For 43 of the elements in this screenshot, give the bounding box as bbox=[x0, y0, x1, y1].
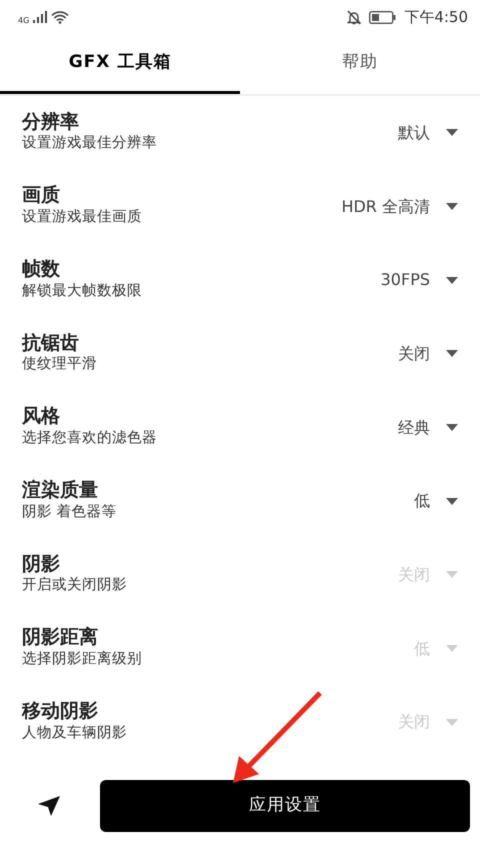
caret-icon bbox=[446, 350, 458, 358]
setting-title: 分辨率 bbox=[22, 110, 80, 134]
setting-title: 移动阴影 bbox=[22, 700, 99, 723]
setting-title: 风格 bbox=[22, 405, 61, 428]
setting-description: 使纹理平滑 bbox=[22, 355, 97, 374]
network-label: 4G bbox=[18, 15, 30, 27]
caret-icon bbox=[446, 498, 458, 505]
setting-description: 开启或关闭阴影 bbox=[22, 576, 127, 596]
tab[interactable]: GFX 工具箱 bbox=[0, 34, 240, 94]
dropdown[interactable]: 默认 bbox=[398, 120, 458, 145]
bell-muted-icon bbox=[347, 10, 362, 24]
setting-title: 抗锯齿 bbox=[22, 332, 80, 354]
caret-icon bbox=[446, 718, 458, 726]
dropdown[interactable]: HDR 全高清 bbox=[341, 194, 458, 219]
battery-icon bbox=[369, 10, 396, 24]
setting-title: 阴影距离 bbox=[22, 626, 99, 650]
send-icon[interactable] bbox=[38, 796, 60, 816]
setting-title: 阴影 bbox=[22, 552, 61, 576]
tab[interactable]: 帮助 bbox=[240, 34, 480, 94]
signal-icon bbox=[33, 11, 48, 23]
caret-icon bbox=[446, 645, 458, 652]
dropdown[interactable]: 经典 bbox=[398, 416, 458, 440]
caret-icon bbox=[446, 203, 458, 210]
setting-description: 选择您喜欢的滤色器 bbox=[22, 429, 157, 448]
caret-icon bbox=[446, 276, 458, 284]
apply-settings-button[interactable]: 应用设置 bbox=[100, 780, 470, 832]
setting-description: 选择阴影距离级别 bbox=[22, 650, 142, 670]
caret-icon bbox=[446, 571, 458, 578]
caret-icon bbox=[446, 424, 458, 432]
setting-description: 阴影 着色器等 bbox=[22, 502, 117, 522]
dropdown[interactable]: 低 bbox=[414, 489, 458, 514]
wifi-icon bbox=[51, 10, 70, 24]
setting-description: 设置游戏最佳分辨率 bbox=[22, 134, 157, 154]
setting-title: 画质 bbox=[22, 184, 61, 208]
setting-description: 解锁最大帧数极限 bbox=[22, 282, 142, 301]
setting-title: 渲染质量 bbox=[22, 479, 99, 502]
dropdown[interactable]: 30FPS bbox=[380, 268, 458, 292]
setting-title: 帧数 bbox=[22, 258, 61, 281]
caret-icon bbox=[446, 129, 458, 136]
status-time: 下午4:50 bbox=[404, 6, 468, 28]
dropdown[interactable]: 关闭 bbox=[398, 342, 458, 366]
setting-description: 人物及车辆阴影 bbox=[22, 724, 127, 743]
setting-description: 设置游戏最佳画质 bbox=[22, 208, 142, 228]
